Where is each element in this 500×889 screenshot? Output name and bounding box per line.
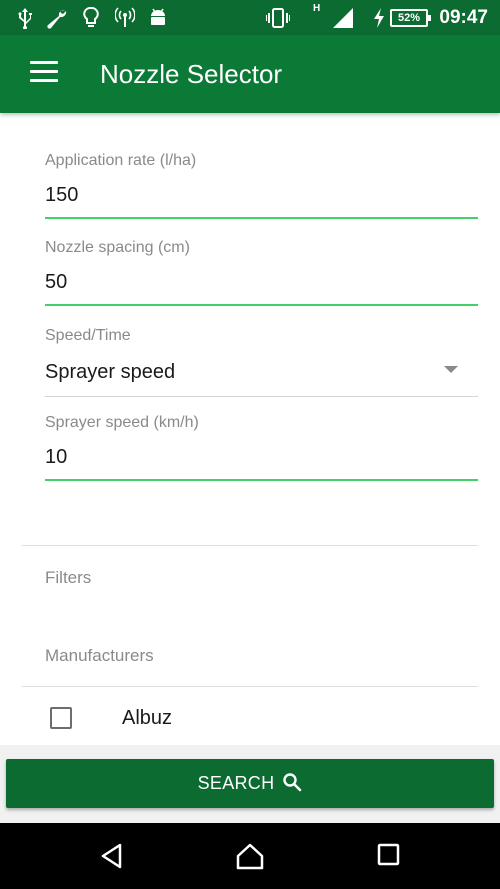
divider — [22, 545, 478, 546]
status-bar: H 52% 09:47 — [0, 0, 500, 35]
speed-time-selected-value: Sprayer speed — [45, 361, 176, 383]
sprayer-speed-underline — [45, 479, 478, 481]
speed-time-label: Speed/Time — [45, 327, 131, 344]
application-rate-underline — [45, 217, 478, 219]
application-rate-field: Application rate (l/ha) — [45, 152, 478, 219]
recent-apps-icon[interactable] — [376, 842, 402, 868]
divider — [22, 686, 478, 687]
filters-heading: Filters — [45, 568, 92, 587]
bulb-icon — [83, 7, 99, 27]
home-icon[interactable] — [235, 842, 265, 870]
nozzle-spacing-underline — [45, 304, 478, 306]
albuz-checkbox[interactable] — [50, 707, 72, 729]
menu-icon[interactable] — [30, 61, 60, 87]
page-title: Nozzle Selector — [100, 59, 283, 89]
android-icon — [151, 8, 165, 25]
manufacturers-heading: Manufacturers — [45, 646, 154, 665]
application-rate-input[interactable] — [45, 180, 478, 210]
signal-icon — [333, 8, 353, 28]
hotspot-icon — [115, 7, 135, 27]
sprayer-speed-input[interactable] — [45, 442, 478, 472]
speed-time-select[interactable]: Sprayer speed — [45, 357, 478, 387]
back-icon[interactable] — [98, 842, 126, 870]
vibrate-icon — [266, 8, 290, 28]
usb-icon — [18, 8, 32, 29]
search-button[interactable]: SEARCH — [6, 759, 494, 808]
sprayer-speed-label: Sprayer speed (km/h) — [45, 414, 199, 431]
dropdown-arrow-icon[interactable] — [444, 366, 458, 373]
wrench-icon — [47, 9, 67, 29]
app-bar: Nozzle Selector — [0, 35, 500, 113]
navigation-bar — [0, 823, 500, 889]
sprayer-speed-field: Sprayer speed (km/h) — [45, 414, 478, 481]
battery-icon: 52% — [390, 9, 431, 27]
nozzle-spacing-label: Nozzle spacing (cm) — [45, 239, 190, 256]
application-rate-label: Application rate (l/ha) — [45, 152, 197, 169]
nozzle-spacing-field: Nozzle spacing (cm) — [45, 239, 478, 306]
network-type: H — [313, 3, 321, 14]
manufacturer-label: Albuz — [122, 707, 173, 729]
manufacturer-item-albuz[interactable]: Albuz — [22, 690, 478, 745]
speed-time-field: Speed/Time Sprayer speed — [45, 327, 478, 397]
charging-icon — [374, 8, 384, 28]
status-time: 09:47 — [439, 7, 488, 28]
search-button-label: SEARCH — [197, 773, 275, 793]
nozzle-spacing-input[interactable] — [45, 267, 478, 297]
search-icon — [283, 773, 302, 792]
speed-time-underline — [45, 396, 478, 397]
